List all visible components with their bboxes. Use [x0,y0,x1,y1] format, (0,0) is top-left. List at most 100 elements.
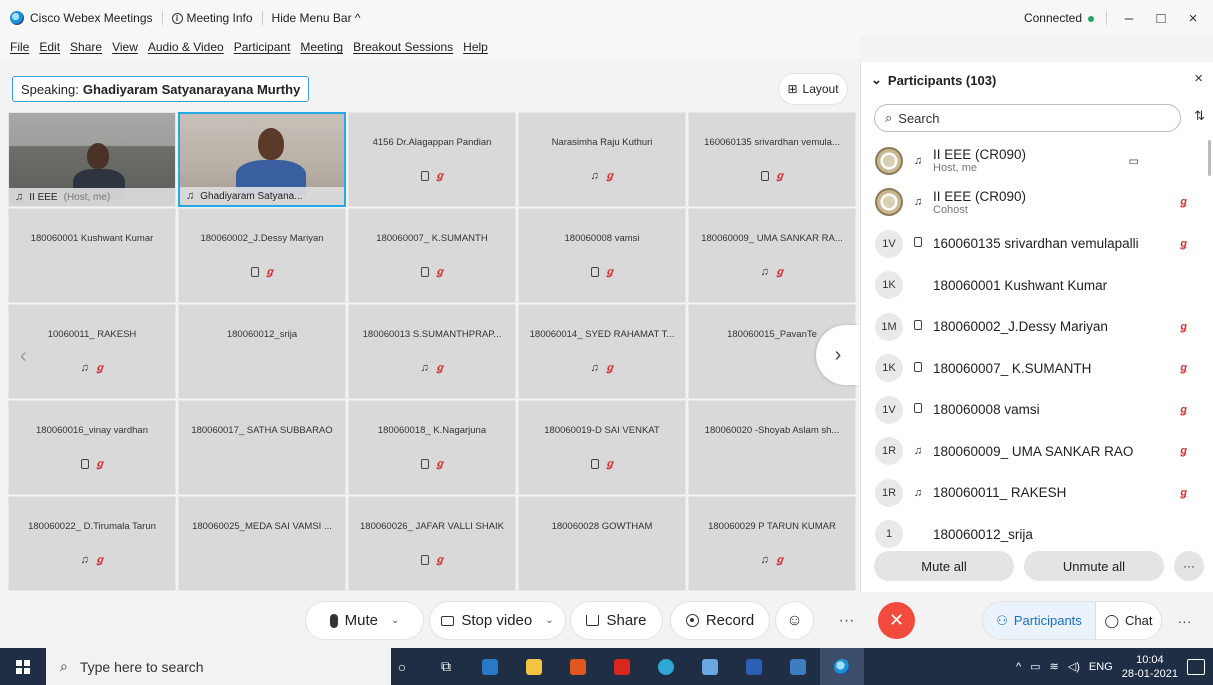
close-window-button[interactable]: × [1183,10,1203,27]
mic-muted-icon[interactable]: ǥ [1180,196,1187,208]
wifi-icon[interactable]: ≋ [1050,660,1059,673]
video-tile[interactable]: 180060008 vamsi ǥ [518,208,686,303]
taskbar-search-input[interactable]: ⌕ Type here to search [46,648,391,685]
menu-edit[interactable]: Edit [39,40,60,54]
mic-muted-icon[interactable]: ǥ [1180,445,1187,457]
end-meeting-button[interactable]: ✕ [878,602,915,639]
mic-muted-icon[interactable]: ǥ [1180,321,1187,333]
word-icon[interactable] [732,648,776,685]
video-tile[interactable]: 180060029 P TARUN KUMAR ♫ ǥ [688,496,856,591]
headset-icon: ♫ [913,154,923,167]
video-tile-host[interactable]: ♫ II EEE (Host, me) [8,112,176,207]
participant-row[interactable]: ♫ II EEE (CR090) Cohost ǥ [861,182,1201,224]
video-tile[interactable]: 180060019-D SAI VENKAT ǥ [518,400,686,495]
participant-row[interactable]: 1R ♫ 180060011_ RAKESH ǥ [861,472,1201,514]
menu-share[interactable]: Share [70,40,102,54]
menu-breakout-sessions[interactable]: Breakout Sessions [353,40,453,54]
video-tile[interactable]: 180060014_ SYED RAHAMAT T... ♫ ǥ [518,304,686,399]
webex-taskbar-icon[interactable] [820,648,864,685]
photos-icon[interactable] [776,648,820,685]
acrobat-icon[interactable] [600,648,644,685]
panel-scrollbar[interactable] [1208,140,1211,176]
chevron-down-icon[interactable]: ⌄ [545,615,553,626]
video-tile[interactable]: 180060012_srija [178,304,346,399]
video-tile[interactable]: 4156 Dr.Alagappan Pandian ǥ [348,112,516,207]
video-tile[interactable]: 180060026_ JAFAR VALLI SHAIK ǥ [348,496,516,591]
participant-row[interactable]: 1M 180060002_J.Dessy Mariyan ǥ [861,306,1201,348]
menu-meeting[interactable]: Meeting [300,40,343,54]
share-button[interactable]: Share [571,602,662,639]
menu-help[interactable]: Help [463,40,488,54]
menu-participant[interactable]: Participant [234,40,291,54]
participant-row[interactable]: 1R ♫ 180060009_ UMA SANKAR RAO ǥ [861,431,1201,473]
mic-muted-icon[interactable]: ǥ [1180,238,1187,250]
notifications-icon[interactable] [1187,658,1205,675]
chat-toggle-button[interactable]: ◯ Chat [1095,602,1161,639]
participants-toggle-button[interactable]: ⚇ Participants [983,602,1095,639]
mute-button[interactable]: Mute ⌄ [306,602,423,639]
participant-row[interactable]: 1K 180060007_ K.SUMANTH ǥ [861,348,1201,390]
menu-view[interactable]: View [112,40,138,54]
participant-row[interactable]: 1V 180060008 vamsi ǥ [861,389,1201,431]
battery-icon[interactable]: ▭ [1030,660,1040,673]
participant-row[interactable]: ♫ II EEE (CR090) Host, me ▭ [861,140,1201,182]
edge-icon[interactable] [644,648,688,685]
stop-video-button[interactable]: Stop video ⌄ [430,602,565,639]
clock[interactable]: 10:04 28-01-2021 [1122,653,1178,681]
language-indicator[interactable]: ENG [1089,661,1113,673]
video-tile-active-speaker[interactable]: ♫ Ghadiyaram Satyana... [178,112,346,207]
hide-menu-bar-button[interactable]: Hide Menu Bar ^ [272,11,361,25]
layout-button[interactable]: ⊞ Layout [779,74,847,104]
participants-toggle-label: Participants [1013,613,1082,628]
reactions-button[interactable]: ☺ [776,602,813,639]
unmute-all-button[interactable]: Unmute all [1024,551,1164,581]
video-tile[interactable]: 180060025_MEDA SAI VAMSI ... [178,496,346,591]
office-icon[interactable] [556,648,600,685]
video-tile[interactable]: 160060135 srivardhan vemula... ǥ [688,112,856,207]
tile-name: 180060014_ SYED RAHAMAT T... [529,329,675,340]
record-button[interactable]: Record [671,602,769,639]
video-tile[interactable]: 180060028 GOWTHAM [518,496,686,591]
minimize-button[interactable]: – [1119,10,1139,27]
mute-all-button[interactable]: Mute all [874,551,1014,581]
panel-more-button[interactable]: ··· [1174,551,1204,581]
mic-muted-icon[interactable]: ǥ [1180,487,1187,499]
store-icon[interactable] [468,648,512,685]
meeting-info-button[interactable]: i Meeting Info [171,11,253,25]
cortana-icon[interactable]: ○ [380,648,424,685]
video-tile[interactable]: 180060001 Kushwant Kumar [8,208,176,303]
start-button[interactable] [0,648,46,685]
video-tile[interactable]: 180060007_ K.SUMANTH ǥ [348,208,516,303]
volume-icon[interactable]: ◁) [1068,660,1080,673]
maximize-button[interactable]: □ [1151,10,1171,27]
close-panel-button[interactable]: × [1194,70,1203,87]
video-tile[interactable]: 180060016_vinay vardhan ǥ [8,400,176,495]
participant-search-input[interactable]: ⌕ Search [874,104,1181,132]
participant-row[interactable]: 1K 180060001 Kushwant Kumar [861,265,1201,307]
previous-page-button[interactable]: ‹ [20,345,27,368]
file-explorer-icon[interactable] [512,648,556,685]
video-tile[interactable]: 10060011_ RAKESH ♫ ǥ [8,304,176,399]
task-view-icon[interactable]: ⧉ [424,648,468,685]
participant-row[interactable]: 1V 160060135 srivardhan vemulapalli ǥ [861,223,1201,265]
mic-muted-icon[interactable]: ǥ [1180,404,1187,416]
more-options-button[interactable]: ··· [828,602,865,639]
video-tile[interactable]: 180060018_ K.Nagarjuna ǥ [348,400,516,495]
video-tile[interactable]: 180060009_ UMA SANKAR RA... ♫ ǥ [688,208,856,303]
snip-icon[interactable] [688,648,732,685]
video-tile[interactable]: 180060022_ D.Tirumala Tarun ♫ ǥ [8,496,176,591]
video-tile[interactable]: 180060020 -Shoyab Aslam sh... [688,400,856,495]
chevron-down-icon[interactable]: ⌄ [391,615,399,626]
participants-header[interactable]: ⌄ Participants (103) [871,72,996,88]
more-panels-button[interactable]: ··· [1166,602,1203,639]
video-tile[interactable]: 180060013 S.SUMANTHPRAP... ♫ ǥ [348,304,516,399]
menu-audio-video[interactable]: Audio & Video [148,40,224,54]
chevron-up-icon[interactable]: ^ [1016,661,1021,673]
video-tile[interactable]: 180060017_ SATHA SUBBARAO [178,400,346,495]
video-tile[interactable]: Narasimha Raju Kuthuri ♫ ǥ [518,112,686,207]
video-tile[interactable]: 180060002_J.Dessy Mariyan ǥ [178,208,346,303]
sort-icon[interactable]: ⇅ [1194,108,1205,124]
taskbar: ⌕ Type here to search ○ ⧉ ^ ▭ ≋ ◁) ENG 1… [0,648,1213,685]
mic-muted-icon[interactable]: ǥ [1180,362,1187,374]
menu-file[interactable]: File [10,40,29,54]
